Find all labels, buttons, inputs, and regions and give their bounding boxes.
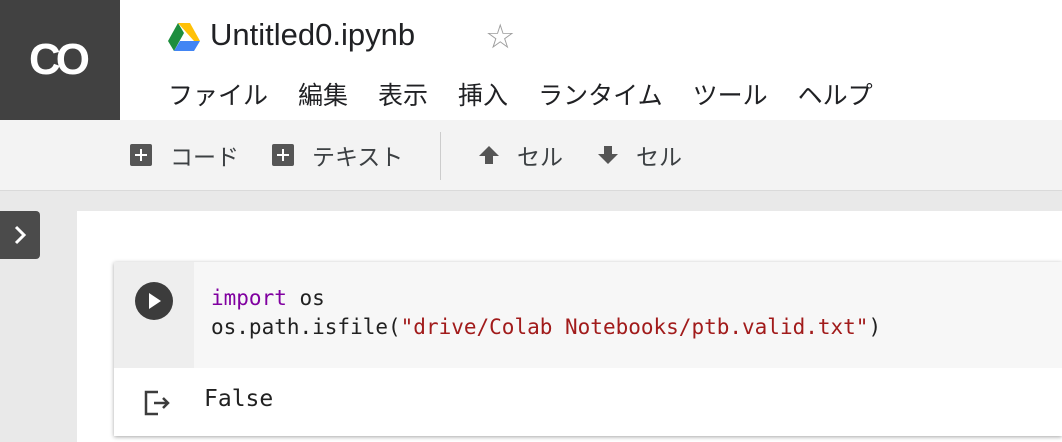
notebook-title[interactable]: Untitled0.ipynb — [210, 17, 415, 53]
arrow-down-icon — [598, 146, 618, 164]
menu-file[interactable]: ファイル — [168, 76, 268, 112]
google-drive-icon — [168, 23, 200, 51]
sidebar-toggle-button[interactable] — [0, 211, 40, 259]
code-text: os — [286, 286, 325, 310]
add-code-label: コード — [170, 145, 239, 171]
move-cell-down-label: セル — [636, 145, 682, 171]
play-icon — [149, 293, 161, 309]
move-cell-down-button[interactable]: セル — [596, 120, 682, 190]
code-editor[interactable]: import os os.path.isfile("drive/Colab No… — [194, 262, 1062, 368]
plus-box-icon — [130, 144, 152, 166]
plus-box-icon — [272, 144, 294, 166]
code-line-1: import os — [211, 286, 325, 310]
code-line-2: os.path.isfile("drive/Colab Notebooks/pt… — [211, 315, 881, 339]
cell-gutter — [114, 262, 194, 368]
colab-logo[interactable]: CO — [0, 0, 120, 120]
arrow-up-icon — [479, 146, 499, 164]
code-text: ) — [868, 315, 882, 339]
move-cell-up-label: セル — [517, 145, 563, 171]
code-text: os.path.isfile( — [211, 315, 401, 339]
menu-view[interactable]: 表示 — [378, 76, 428, 112]
add-text-label: テキスト — [312, 145, 404, 171]
toolbar-divider — [440, 132, 441, 180]
toolbar: コード テキスト セル セル — [0, 120, 1062, 191]
chevron-right-icon — [14, 225, 27, 245]
cell-output: False — [204, 386, 274, 412]
logo-text: CO — [29, 35, 90, 84]
menu-help[interactable]: ヘルプ — [798, 76, 873, 112]
add-code-button[interactable]: コード — [130, 120, 239, 190]
code-string: "drive/Colab Notebooks/ptb.valid.txt" — [400, 315, 869, 339]
code-keyword: import — [211, 286, 287, 310]
menu-bar: ファイル 編集 表示 挿入 ランタイム ツール ヘルプ — [168, 76, 903, 112]
menu-insert[interactable]: 挿入 — [458, 76, 508, 112]
output-exit-icon[interactable] — [142, 388, 174, 418]
app-header: CO Untitled0.ipynb ☆ ファイル 編集 表示 挿入 ランタイム… — [0, 0, 1062, 120]
add-text-button[interactable]: テキスト — [272, 120, 403, 190]
run-cell-button[interactable] — [135, 282, 173, 320]
code-cell[interactable]: import os os.path.isfile("drive/Colab No… — [114, 262, 1062, 436]
menu-edit[interactable]: 編集 — [298, 76, 348, 112]
move-cell-up-button[interactable]: セル — [477, 120, 563, 190]
star-icon[interactable]: ☆ — [485, 20, 515, 54]
menu-runtime[interactable]: ランタイム — [538, 76, 663, 112]
menu-tools[interactable]: ツール — [693, 76, 768, 112]
